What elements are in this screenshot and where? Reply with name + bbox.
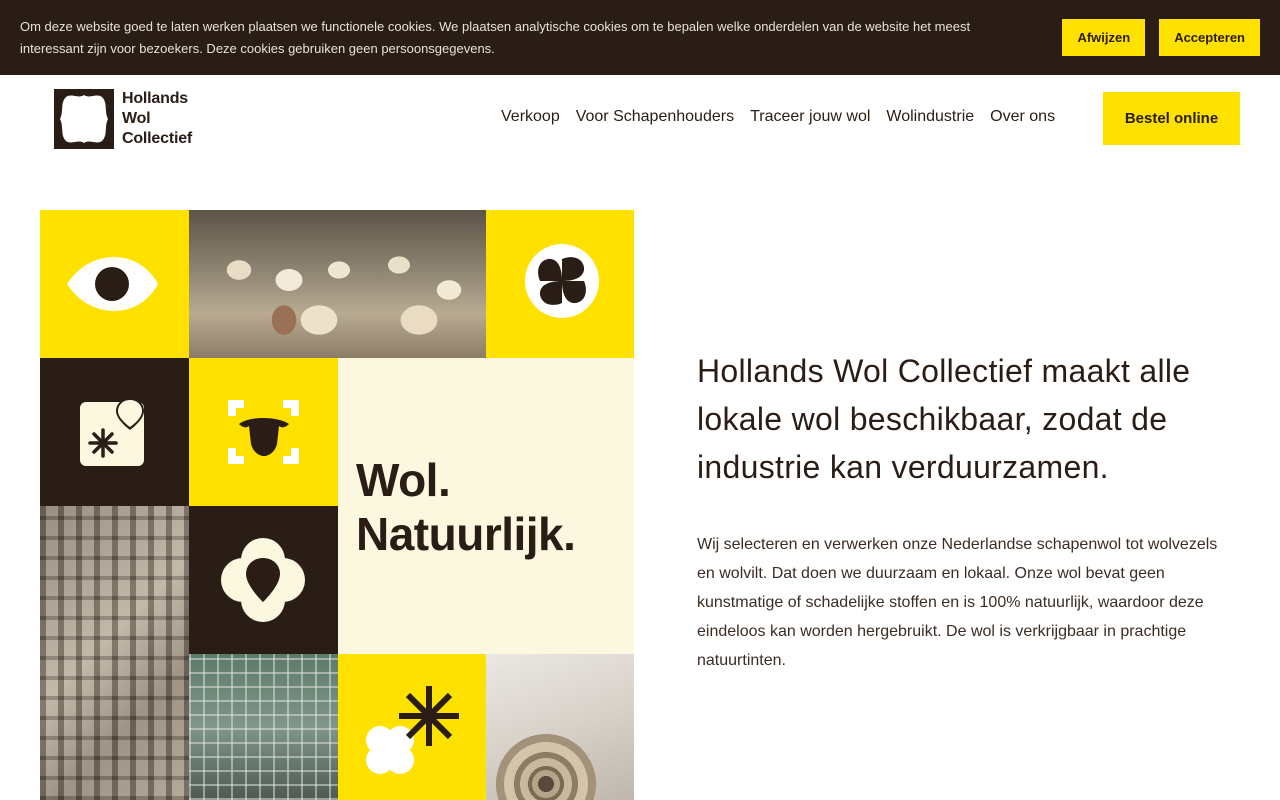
nav-item-traceer[interactable]: Traceer jouw wol [750, 108, 870, 126]
cookie-message: Om deze website goed te laten werken pla… [20, 18, 971, 56]
tile-flower [486, 210, 634, 358]
main-nav: Verkoop Voor Schapenhouders Traceer jouw… [501, 108, 1071, 126]
logo-text: Hollands Wol Collectief [122, 89, 192, 149]
logo-line: Hollands [122, 90, 188, 107]
logo-mark-icon [54, 89, 114, 149]
tile-eye [40, 210, 189, 358]
nav-item-verkoop[interactable]: Verkoop [501, 108, 560, 126]
workshop-photo [189, 654, 338, 800]
tile-location-flower [189, 506, 338, 654]
machine-photo [40, 506, 189, 800]
hero-title-line: Wol. [356, 454, 451, 506]
tile-asterisk-pin [40, 358, 189, 506]
asterisk-pin-icon [80, 398, 144, 466]
order-online-button[interactable]: Bestel online [1103, 92, 1240, 145]
tile-headline: Wol. Natuurlijk. [338, 358, 634, 655]
intro-heading: Hollands Wol Collectief maakt alle lokal… [697, 353, 1191, 485]
logo[interactable]: Hollands Wol Collectief [54, 89, 192, 149]
tile-sheep-scan [189, 358, 338, 506]
logo-line: Collectief [122, 130, 193, 147]
hero-title: Wol. Natuurlijk. [356, 453, 576, 561]
sheep-photo [189, 210, 486, 358]
hero-mosaic: Wol. Natuurlijk. [40, 210, 634, 800]
cookie-buttons: Afwijzen Accepteren [1062, 19, 1260, 56]
sheep-scan-icon [228, 400, 299, 464]
nav-item-over-ons[interactable]: Over ons [990, 108, 1055, 126]
accept-cookies-button[interactable]: Accepteren [1159, 19, 1260, 56]
nav-item-wolindustrie[interactable]: Wolindustrie [886, 108, 974, 126]
hero-title-line: Natuurlijk. [356, 508, 576, 560]
asterisk-cloud-icon [366, 686, 459, 774]
cookie-banner: Om deze website goed te laten werken pla… [0, 0, 1280, 75]
location-pin-flower-icon [221, 538, 305, 622]
reject-cookies-button[interactable]: Afwijzen [1062, 19, 1146, 56]
intro-body: Wij selecteren en verwerken onze Nederla… [697, 536, 1218, 669]
flower-icon [525, 244, 599, 318]
felt-roll-photo [486, 654, 634, 800]
intro-section: Hollands Wol Collectief maakt alle lokal… [697, 347, 1237, 675]
nav-item-schapenhouders[interactable]: Voor Schapenhouders [576, 108, 734, 126]
eye-icon [67, 257, 158, 311]
logo-line: Wol [122, 110, 151, 127]
tile-asterisk-cloud [338, 654, 487, 800]
site-header: Hollands Wol Collectief Verkoop Voor Sch… [0, 75, 1280, 161]
